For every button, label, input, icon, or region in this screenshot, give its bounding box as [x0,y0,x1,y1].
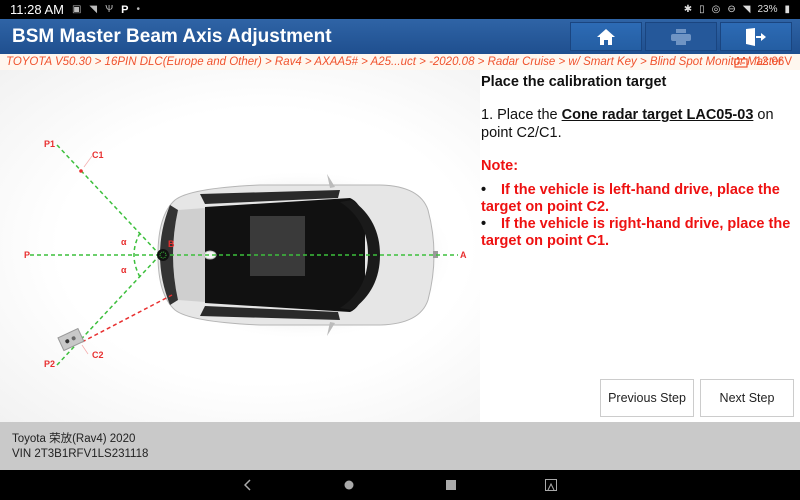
label-alpha-bottom: α [121,265,127,275]
system-nav-bar [0,470,800,500]
c1-point [79,169,83,173]
print-button[interactable] [645,22,717,51]
step-prefix: 1. Place the [481,107,562,123]
vehicle-info-footer: Toyota 荣放(Rav4) 2020 VIN 2T3B1RFV1LS2311… [0,422,800,470]
vehicle-vin: VIN 2T3B1RFV1LS231118 [12,448,149,460]
home-nav-button[interactable] [329,470,369,500]
home-circle-icon [344,480,354,490]
label-c1: C1 [92,150,104,160]
note-title: Note: [481,158,519,174]
printer-icon [671,28,691,45]
radar-sensor [157,249,169,261]
exit-button[interactable] [720,22,792,51]
target-line-c2 [81,294,173,343]
parking-icon: P [121,3,129,16]
instructions-title: Place the calibration target [481,74,667,90]
location-icon: ◎ [711,4,721,15]
app-header: BSM Master Beam Axis Adjustment [0,19,800,54]
next-step-button[interactable]: Next Step [700,379,794,417]
guide-line-p1-b [56,144,161,256]
battery-percent: 23% [757,4,778,15]
screenshot-icon [545,479,557,491]
vehicle-name: Toyota 荣放(Rav4) 2020 [12,433,136,445]
cone-radar-target-link[interactable]: Cone radar target LAC05-03 [562,107,754,123]
label-alpha-top: α [121,237,127,247]
dnd-icon: ⊖ [727,4,736,15]
breadcrumb-path: TOYOTA V50.30 > 16PIN DLC(Europe and Oth… [6,56,783,68]
vibrate-icon: ▯ [699,4,705,15]
page-title: BSM Master Beam Axis Adjustment [12,25,332,47]
usb-icon: Ѱ [105,4,114,15]
wifi-icon: ◥ [742,4,751,15]
dot-icon: • [136,4,140,15]
note-text: If the vehicle is left-hand drive, place… [481,182,780,215]
battery-voltage-icon [733,56,748,68]
label-p: P [24,250,30,260]
back-icon [244,479,251,491]
cone-target-c2 [57,327,85,352]
home-button[interactable] [570,22,642,51]
wifi-off-icon: ◥ [89,4,98,15]
label-b: B [168,239,175,249]
breadcrumb: TOYOTA V50.30 > 16PIN DLC(Europe and Oth… [0,54,800,70]
note-item: • If the vehicle is left-hand drive, plac… [481,182,780,215]
voltage-value: 12.06V [755,56,792,68]
note-list: • If the vehicle is left-hand drive, plac… [481,182,796,250]
label-c2: C2 [92,350,104,360]
instructions-panel: Place the calibration target 1. Place th… [481,74,796,250]
battery-icon: ▮ [784,4,790,15]
diagram-svg: P1 C1 P P2 C2 A B α α [24,139,467,369]
home-icon [597,28,615,45]
label-p2: P2 [44,359,55,369]
previous-step-button[interactable]: Previous Step [600,379,694,417]
status-bar: 11:28 AM ▣ ◥ Ѱ P • ✱ ▯ ◎ ⊖ ◥ 23% ▮ [0,0,800,19]
back-button[interactable] [228,470,268,500]
main-content: P1 C1 P P2 C2 A B α α Place the calibrat… [0,70,800,422]
screenshot-button[interactable] [531,470,571,500]
step-1: 1. Place the Cone radar target LAC05-03 … [481,106,796,142]
recents-icon [446,480,456,490]
recents-button[interactable] [431,470,471,500]
label-p1: P1 [44,139,55,149]
image-icon: ▣ [71,4,82,15]
bluetooth-icon: ✱ [683,4,693,15]
exit-icon [746,27,766,46]
note-item: • If the vehicle is right-hand drive, pla… [481,216,791,249]
status-time: 11:28 AM [10,2,64,17]
calibration-diagram: P1 C1 P P2 C2 A B α α [0,70,480,422]
note-text: If the vehicle is right-hand drive, plac… [481,216,791,249]
label-a: A [460,250,467,260]
